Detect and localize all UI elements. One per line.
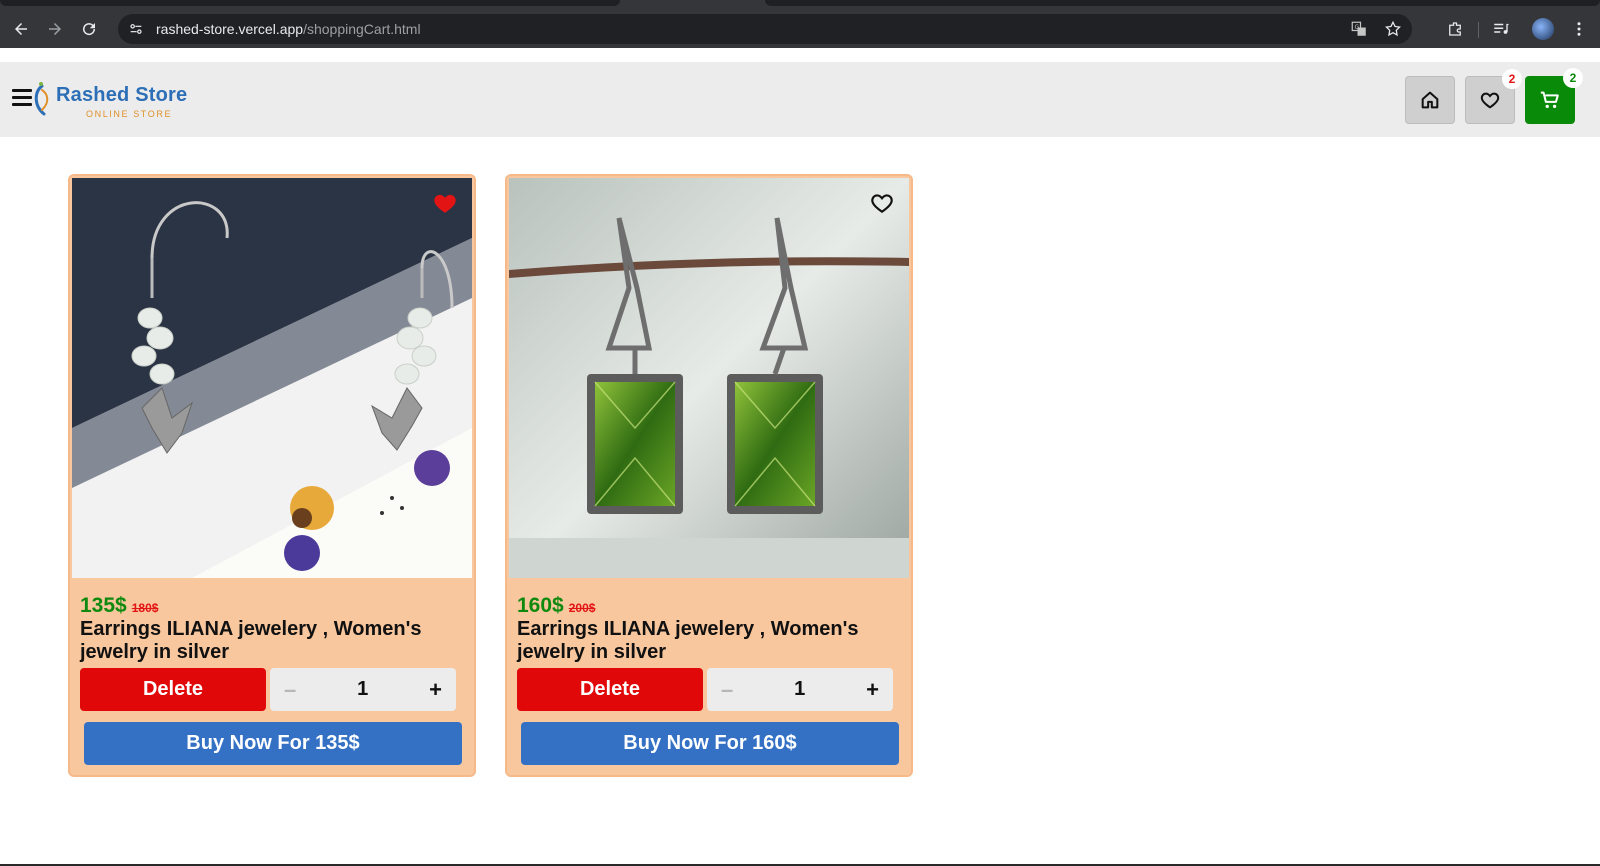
cart-button[interactable]: 2 (1525, 68, 1583, 124)
price-row: 160$ 200$ (517, 594, 595, 618)
product-image[interactable] (72, 178, 472, 578)
star-icon[interactable] (1384, 20, 1402, 38)
heart-outline-icon (871, 194, 893, 213)
logo-subtitle: ONLINE STORE (86, 109, 173, 119)
back-icon[interactable] (4, 12, 38, 46)
logo-title: Rashed Store (56, 84, 188, 106)
browser-toolbar: rashed-store.vercel.app/shoppingCart.htm… (0, 10, 1600, 48)
decrease-quantity-button[interactable]: – (721, 677, 733, 703)
media-controls-icon[interactable] (1490, 18, 1512, 40)
product-image[interactable] (509, 178, 909, 578)
current-price: 160$ (517, 594, 564, 617)
cart-item-card: 135$ 180$ Earrings ILIANA jewelery , Wom… (68, 174, 476, 777)
kebab-menu-icon[interactable] (1568, 18, 1590, 40)
current-price: 135$ (80, 594, 127, 617)
green-crystal-earrings-image (509, 178, 909, 578)
wishlist-button[interactable]: 2 (1465, 69, 1522, 124)
logo-mark-icon (34, 82, 49, 116)
favorite-button[interactable] (432, 190, 458, 216)
price-row: 135$ 180$ (80, 594, 158, 618)
buy-now-button[interactable]: Buy Now For 160$ (521, 722, 899, 765)
delete-button[interactable]: Delete (517, 668, 703, 711)
increase-quantity-button[interactable]: + (866, 677, 879, 703)
hamburger-menu-icon[interactable] (12, 89, 32, 107)
tab-edge (765, 0, 1600, 6)
cart-count-badge: 2 (1563, 68, 1583, 88)
tab-edge (0, 0, 620, 6)
reload-icon[interactable] (72, 12, 106, 46)
fairy-earrings-image (72, 178, 472, 578)
old-price: 200$ (568, 601, 596, 615)
site-header: Rashed Store ONLINE STORE 2 2 (0, 62, 1600, 137)
quantity-stepper: – 1 + (707, 668, 893, 711)
toolbar-divider (1478, 22, 1479, 38)
product-title: Earrings ILIANA jewelery , Women's jewel… (517, 618, 859, 663)
browser-tab-strip (0, 0, 1600, 10)
store-logo[interactable]: Rashed Store ONLINE STORE (32, 76, 202, 122)
translate-icon[interactable]: G (1350, 20, 1368, 38)
site-info-icon[interactable] (128, 21, 144, 37)
url-host: rashed-store.vercel.app (156, 21, 304, 37)
svg-text:G: G (1355, 24, 1360, 31)
cart-icon (1540, 91, 1559, 109)
product-title: Earrings ILIANA jewelery , Women's jewel… (80, 618, 422, 663)
quantity-value: 1 (357, 678, 369, 700)
home-icon (1421, 91, 1439, 109)
quantity-stepper: – 1 + (270, 668, 456, 711)
quantity-value: 1 (794, 678, 806, 700)
heart-icon (1480, 92, 1500, 109)
url-text: rashed-store.vercel.app/shoppingCart.htm… (156, 21, 421, 37)
old-price: 180$ (131, 601, 159, 615)
heart-filled-icon (434, 194, 456, 213)
forward-icon[interactable] (38, 12, 72, 46)
url-path: /shoppingCart.html (303, 21, 421, 37)
profile-avatar[interactable] (1532, 18, 1554, 40)
buy-now-button[interactable]: Buy Now For 135$ (84, 722, 462, 765)
decrease-quantity-button[interactable]: – (284, 677, 296, 703)
delete-button[interactable]: Delete (80, 668, 266, 711)
extensions-icon[interactable] (1444, 18, 1466, 40)
cart-item-card: 160$ 200$ Earrings ILIANA jewelery , Wom… (505, 174, 913, 777)
wishlist-count-badge: 2 (1502, 69, 1522, 89)
increase-quantity-button[interactable]: + (429, 677, 442, 703)
favorite-button[interactable] (869, 190, 895, 216)
home-button[interactable] (1405, 76, 1455, 124)
address-bar[interactable]: rashed-store.vercel.app/shoppingCart.htm… (118, 14, 1412, 44)
page-top-gap (0, 48, 1600, 62)
